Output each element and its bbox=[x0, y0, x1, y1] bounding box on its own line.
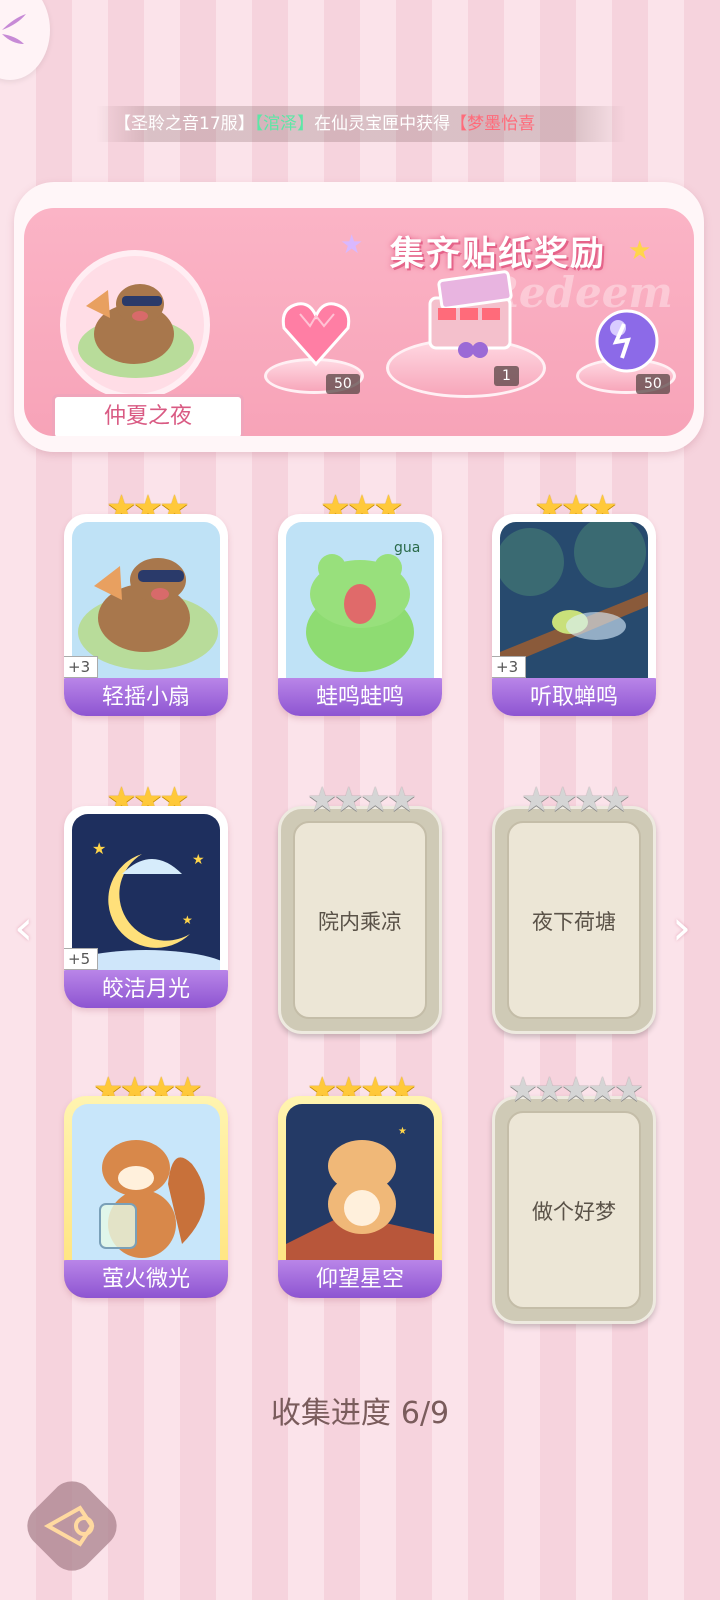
sticker-card[interactable]: ★ ★ ★ ★ ★ ★ +5 皎洁月光 bbox=[64, 780, 228, 1010]
card-name: 轻摇小扇 bbox=[64, 678, 228, 716]
sticker-card[interactable]: ★★★ +3 听取蝉鸣 bbox=[492, 488, 656, 718]
reward-count: 1 bbox=[494, 366, 519, 386]
duplicate-count-tag: +3 bbox=[64, 656, 99, 678]
ticker-item: 【梦墨怡喜 bbox=[450, 114, 536, 134]
locked-card-inner: 院内乘凉 bbox=[293, 821, 427, 1019]
card-frame: ★ 仰望星空 bbox=[278, 1096, 442, 1298]
collection-progress: 收集进度 6/9 bbox=[0, 1388, 720, 1432]
ticker-player: 【涫泽】 bbox=[254, 114, 315, 134]
capybara-icon bbox=[78, 284, 194, 378]
card-name: 皎洁月光 bbox=[64, 970, 228, 1008]
gift-box-icon[interactable] bbox=[420, 270, 520, 360]
card-frame: 萤火微光 bbox=[64, 1096, 228, 1298]
locked-card-inner: 夜下荷塘 bbox=[507, 821, 641, 1019]
card-frame: +3 听取蝉鸣 bbox=[492, 514, 656, 716]
next-page-arrow[interactable]: › bbox=[672, 900, 691, 956]
svg-text:gua: gua bbox=[394, 540, 420, 556]
card-name: 蛙鸣蛙鸣 bbox=[278, 678, 442, 716]
flower-petal-icon bbox=[2, 14, 26, 44]
sticker-card[interactable]: ★★★★ ★ 仰望星空 bbox=[278, 1070, 442, 1300]
menu-corner-button[interactable] bbox=[0, 0, 50, 80]
card-frame: +3 轻摇小扇 bbox=[64, 514, 228, 716]
sticker-card-locked[interactable]: 夜下荷塘 ★★★★ bbox=[492, 780, 656, 1034]
svg-text:★: ★ bbox=[192, 852, 205, 868]
sticker-card-locked[interactable]: 院内乘凉 ★★★★ bbox=[278, 780, 442, 1034]
collection-name-ribbon: 仲夏之夜 bbox=[52, 394, 244, 436]
star-deco-icon: ★ bbox=[340, 230, 364, 260]
reward-banner-inner: ★ ★ 集齐贴纸奖励 Redeem 仲夏之夜 50 1 50 bbox=[24, 208, 694, 436]
svg-text:★: ★ bbox=[182, 913, 193, 927]
broadcast-ticker: 【圣聆之音17服】【涫泽】在仙灵宝匣中获得【梦墨怡喜 bbox=[96, 106, 626, 142]
sticker-card[interactable]: ★★★ +3 轻摇小扇 bbox=[64, 488, 228, 718]
sticker-card[interactable]: ★★★ gua 蛙鸣蛙鸣 bbox=[278, 488, 442, 718]
duplicate-count-tag: +5 bbox=[64, 948, 99, 970]
card-name: 做个好梦 bbox=[532, 1200, 616, 1224]
star-rating: ★★★★ bbox=[521, 780, 631, 820]
collection-avatar bbox=[60, 250, 210, 400]
purple-orb-icon[interactable] bbox=[592, 306, 662, 376]
progress-label: 收集进度 bbox=[270, 1396, 391, 1431]
reward-count: 50 bbox=[326, 374, 360, 394]
card-name: 院内乘凉 bbox=[318, 910, 402, 934]
card-name: 夜下荷塘 bbox=[532, 910, 616, 934]
ticker-action: 在仙灵宝匣中获得 bbox=[314, 114, 451, 134]
frog-icon: gua bbox=[306, 540, 420, 672]
star-deco-icon: ★ bbox=[628, 236, 652, 266]
card-art bbox=[72, 1104, 220, 1276]
progress-value: 6/9 bbox=[400, 1396, 450, 1431]
hamster-icon: ★ bbox=[286, 1126, 434, 1276]
locked-card-frame: 夜下荷塘 bbox=[492, 806, 656, 1034]
card-name: 听取蝉鸣 bbox=[492, 678, 656, 716]
ticker-server: 【圣聆之音17服】 bbox=[114, 114, 255, 134]
card-name: 萤火微光 bbox=[64, 1260, 228, 1298]
svg-text:★: ★ bbox=[92, 839, 106, 858]
star-rating: ★★★★★ bbox=[507, 1070, 644, 1110]
locked-card-frame: 做个好梦 bbox=[492, 1096, 656, 1324]
duplicate-count-tag: +3 bbox=[492, 656, 527, 678]
svg-text:★: ★ bbox=[398, 1126, 407, 1137]
squirrel-icon bbox=[99, 1140, 205, 1258]
prev-page-arrow[interactable]: ‹ bbox=[14, 900, 33, 956]
sticker-card-locked[interactable]: 做个好梦 ★★★★★ bbox=[492, 1070, 656, 1324]
card-art: ★ bbox=[286, 1104, 434, 1276]
locked-card-frame: 院内乘凉 bbox=[278, 806, 442, 1034]
card-art: gua bbox=[286, 522, 434, 694]
sticker-card[interactable]: ★★★★ 萤火微光 bbox=[64, 1070, 228, 1300]
card-name: 仰望星空 bbox=[278, 1260, 442, 1298]
reward-count: 50 bbox=[636, 374, 670, 394]
card-frame: ★ ★ ★ +5 皎洁月光 bbox=[64, 806, 228, 1008]
star-rating: ★★★★ bbox=[307, 780, 417, 820]
pink-heart-gem-icon[interactable] bbox=[280, 298, 352, 368]
back-arrow-icon bbox=[43, 1505, 95, 1547]
reward-banner: ★ ★ 集齐贴纸奖励 Redeem 仲夏之夜 50 1 50 bbox=[14, 182, 704, 452]
locked-card-inner: 做个好梦 bbox=[507, 1111, 641, 1309]
card-frame: gua 蛙鸣蛙鸣 bbox=[278, 514, 442, 716]
